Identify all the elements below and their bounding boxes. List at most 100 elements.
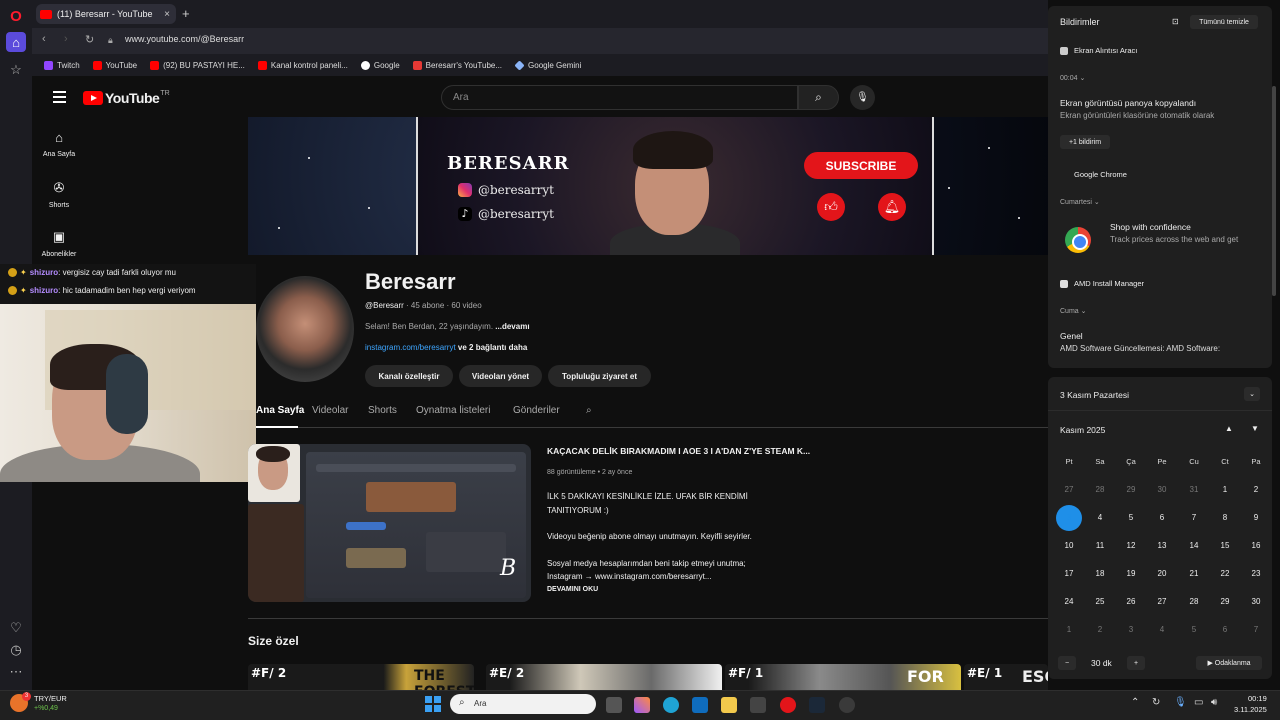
manage-videos-button[interactable]: Videoları yönet (459, 365, 542, 387)
tab-home[interactable]: Ana Sayfa (256, 405, 304, 416)
calendar-day[interactable]: 8 (1212, 505, 1238, 531)
edge-icon[interactable] (663, 697, 679, 713)
calendar-day[interactable]: 10 (1056, 533, 1082, 559)
clock-date[interactable]: 3.11.2025 (1234, 705, 1267, 714)
calendar-day[interactable]: 7 (1181, 505, 1207, 531)
opera-logo-icon[interactable]: O (6, 6, 26, 26)
windows-start-icon[interactable] (425, 696, 441, 712)
taskbar-search[interactable]: ⌕ Ara (450, 694, 596, 714)
channel-description[interactable]: Selam! Ben Berdan, 22 yaşındayım. ...dev… (365, 322, 530, 331)
pin-icon[interactable]: ☆ (6, 60, 26, 80)
more-notifications-button[interactable]: +1 bildirim (1060, 135, 1110, 149)
visit-community-button[interactable]: Topluluğu ziyaret et (548, 365, 651, 387)
calendar-day[interactable]: 2 (1243, 477, 1269, 503)
calendar-day[interactable]: 13 (1149, 533, 1175, 559)
home-icon[interactable]: ⌂ (6, 32, 26, 52)
calendar-day[interactable]: 28 (1087, 477, 1113, 503)
more-link[interactable]: ...devamı (495, 322, 529, 331)
calendar-day[interactable]: 22 (1212, 561, 1238, 587)
calendar-day[interactable]: 14 (1181, 533, 1207, 559)
more-links[interactable]: ve 2 bağlantı daha (456, 343, 527, 352)
opera-icon[interactable] (780, 697, 796, 713)
calendar-day[interactable]: 6 (1212, 617, 1238, 643)
heart-icon[interactable]: ♡ (6, 618, 26, 638)
bookmark-item[interactable]: Google Gemini (514, 59, 581, 71)
calendar-day[interactable]: 26 (1118, 589, 1144, 615)
history-icon[interactable]: ◷ (6, 640, 26, 660)
search-input[interactable]: Ara (441, 85, 798, 110)
decrease-focus-button[interactable]: − (1058, 656, 1076, 670)
tray-chevron-icon[interactable]: ⌃ (1131, 697, 1139, 708)
calendar-day[interactable]: 30 (1149, 477, 1175, 503)
calendar-day[interactable]: 2 (1087, 617, 1113, 643)
obs-icon[interactable] (839, 697, 855, 713)
calendar-day[interactable]: 6 (1149, 505, 1175, 531)
calendar-day[interactable]: 24 (1056, 589, 1082, 615)
calendar-day[interactable]: 18 (1087, 561, 1113, 587)
customize-channel-button[interactable]: Kanalı özelleştir (365, 365, 453, 387)
read-more-link[interactable]: DEVAMINI OKU (547, 586, 598, 593)
monitor-icon[interactable]: ▭ (1194, 697, 1203, 708)
youtube-logo[interactable]: YouTube TR (83, 90, 170, 106)
previous-month-icon[interactable]: ▲ (1225, 424, 1233, 433)
focus-button[interactable]: ▶ Odaklanma (1196, 656, 1262, 670)
calendar-day[interactable]: 20 (1149, 561, 1175, 587)
calendar-day[interactable]: 29 (1118, 477, 1144, 503)
bookmark-item[interactable]: Twitch (44, 60, 80, 70)
copilot-icon[interactable] (634, 697, 650, 713)
calendar-day[interactable]: 27 (1056, 477, 1082, 503)
steam-icon[interactable] (809, 697, 825, 713)
mic-tray-icon[interactable]: 🎙︎ (1174, 697, 1187, 708)
bookmark-item[interactable]: (92) BU PASTAYI HE... (150, 60, 245, 70)
next-month-icon[interactable]: ▼ (1251, 424, 1259, 433)
calendar-day[interactable]: 12 (1118, 533, 1144, 559)
calendar-day[interactable]: 16 (1243, 533, 1269, 559)
video-thumbnail[interactable]: #E/ 2 (486, 664, 722, 690)
video-thumbnail[interactable]: #F/ 2 THE FOREST (248, 664, 474, 690)
new-tab-button[interactable]: + (182, 6, 190, 21)
calendar-day[interactable]: 4 (1087, 505, 1113, 531)
task-view-icon[interactable] (606, 697, 622, 713)
sync-icon[interactable]: ↻ (1152, 697, 1160, 708)
outlook-icon[interactable] (692, 697, 708, 713)
clear-all-button[interactable]: Tümünü temizle (1190, 15, 1258, 29)
video-thumbnail[interactable]: #E/ 1 ESCAPE (964, 664, 1048, 690)
back-icon[interactable]: ‹ (42, 33, 46, 45)
tab-posts[interactable]: Gönderiler (513, 405, 560, 416)
calendar-day[interactable]: 30 (1243, 589, 1269, 615)
search-button[interactable]: ⌕ (798, 85, 839, 110)
notification-title[interactable]: Ekran görüntüsü panoya kopyalandı (1060, 98, 1196, 108)
calendar-day[interactable]: 29 (1212, 589, 1238, 615)
calendar-day[interactable]: 19 (1118, 561, 1144, 587)
bookmark-item[interactable]: Kanal kontrol paneli... (257, 60, 348, 70)
bookmark-item[interactable]: Google (360, 60, 400, 70)
channel-search-icon[interactable]: ⌕ (586, 405, 592, 416)
calendar-day[interactable]: 31 (1181, 477, 1207, 503)
video-thumbnail[interactable]: #F/ 1 FOR (725, 664, 961, 690)
calendar-day[interactable]: 25 (1087, 589, 1113, 615)
calendar-day[interactable]: 23 (1243, 561, 1269, 587)
more-icon[interactable]: ⋯ (6, 662, 26, 682)
calendar-day[interactable]: 7 (1243, 617, 1269, 643)
featured-video-thumbnail[interactable]: B (248, 444, 531, 602)
channel-avatar[interactable] (256, 276, 354, 382)
calendar-day[interactable]: 17 (1056, 561, 1082, 587)
notification-scrollbar[interactable] (1272, 86, 1276, 296)
file-explorer-icon[interactable] (721, 697, 737, 713)
calendar-day[interactable]: 27 (1149, 589, 1175, 615)
calendar-day[interactable]: 1 (1212, 477, 1238, 503)
instagram-link[interactable]: instagram.com/beresarryt (365, 343, 456, 352)
calendar-day[interactable]: 5 (1118, 505, 1144, 531)
calendar-day[interactable]: 4 (1149, 617, 1175, 643)
focus-icon[interactable]: ⊡ (1172, 17, 1179, 26)
tab-videos[interactable]: Videolar (312, 405, 349, 416)
volume-icon[interactable]: 🔊︎ (1211, 697, 1217, 708)
reload-icon[interactable]: ↻ (85, 33, 94, 46)
calendar-day[interactable]: 28 (1181, 589, 1207, 615)
nav-shorts[interactable]: ✇ Shorts (32, 180, 86, 209)
calendar-day[interactable]: 21 (1181, 561, 1207, 587)
menu-icon[interactable] (53, 91, 66, 106)
ticker-name[interactable]: TRY/EUR (34, 694, 67, 703)
close-tab-icon[interactable]: × (164, 9, 170, 20)
featured-video-title[interactable]: KAÇACAK DELİK BIRAKMADIM I AOE 3 I A'DAN… (547, 446, 810, 456)
